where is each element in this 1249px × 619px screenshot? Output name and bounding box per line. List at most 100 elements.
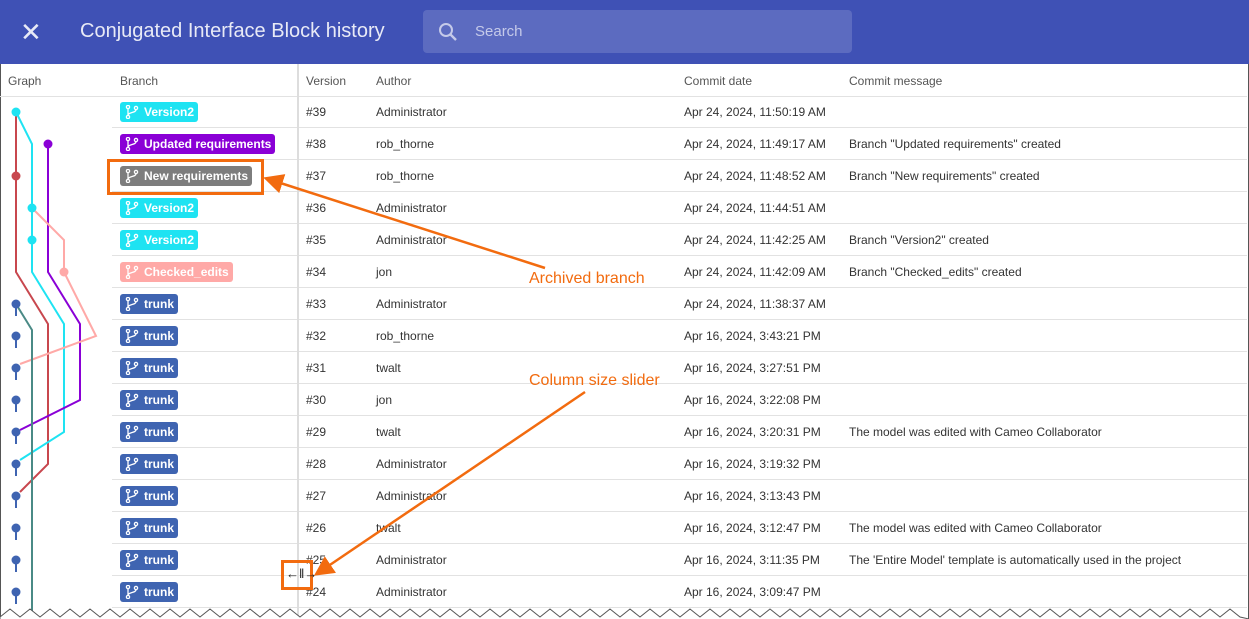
commit-dot[interactable]	[11, 491, 21, 501]
date-cell: Apr 24, 2024, 11:42:09 AM	[684, 265, 826, 279]
commit-dot[interactable]	[11, 555, 21, 565]
date-cell: Apr 16, 2024, 3:43:21 PM	[684, 329, 821, 343]
date-cell: Apr 24, 2024, 11:42:25 AM	[684, 233, 826, 247]
column-resize-cursor-icon[interactable]: ←‖→	[286, 566, 317, 581]
table-row[interactable]: Checked_edits #34 jon Apr 24, 2024, 11:4…	[112, 256, 1247, 288]
version-cell: #27	[306, 489, 327, 503]
table-row[interactable]: Updated requirements #38 rob_thorne Apr …	[112, 128, 1247, 160]
branch-name: trunk	[144, 329, 174, 343]
branch-badge[interactable]: trunk	[120, 454, 178, 474]
branch-name: trunk	[144, 393, 174, 407]
search-icon	[439, 23, 457, 41]
branch-badge[interactable]: trunk	[120, 294, 178, 314]
column-header-message[interactable]: Commit message	[849, 74, 942, 88]
branch-badge[interactable]: Version2	[120, 230, 199, 250]
author-cell: twalt	[376, 361, 401, 375]
message-cell: Branch "Checked_edits" created	[849, 265, 1022, 279]
branch-name: Updated requirements	[144, 137, 272, 151]
version-cell: #26	[306, 521, 327, 535]
branch-name: trunk	[144, 361, 174, 375]
author-cell: Administrator	[376, 457, 447, 471]
commit-graph	[11, 107, 98, 619]
branch-badge[interactable]: trunk	[120, 390, 178, 410]
search-box[interactable]	[423, 10, 852, 53]
table-row[interactable]: New requirements #37 rob_thorne Apr 24, …	[112, 160, 1247, 192]
version-cell: #28	[306, 457, 327, 471]
branch-name: trunk	[144, 297, 174, 311]
table-row[interactable]: Version2 #35 Administrator Apr 24, 2024,…	[112, 224, 1247, 256]
commit-dot[interactable]	[43, 139, 53, 149]
author-cell: Administrator	[376, 233, 447, 247]
branch-badge[interactable]: trunk	[120, 518, 178, 538]
commit-dot[interactable]	[11, 331, 21, 341]
table-row[interactable]: trunk #33 Administrator Apr 24, 2024, 11…	[112, 288, 1247, 320]
branch-badge[interactable]: trunk	[120, 326, 178, 346]
commit-dot[interactable]	[11, 299, 21, 309]
message-cell: The 'Entire Model' template is automatic…	[849, 553, 1182, 567]
date-cell: Apr 24, 2024, 11:50:19 AM	[684, 105, 826, 119]
date-cell: Apr 16, 2024, 3:11:35 PM	[684, 553, 820, 567]
branch-badge[interactable]: trunk	[120, 550, 178, 570]
version-cell: #39	[306, 105, 327, 119]
table-row[interactable]: trunk #31 twalt Apr 16, 2024, 3:27:51 PM	[112, 352, 1247, 384]
branch-name: trunk	[144, 457, 174, 471]
commit-dot[interactable]	[27, 203, 37, 213]
commit-dot[interactable]	[11, 427, 21, 437]
commit-dot[interactable]	[11, 523, 21, 533]
branch-badge[interactable]: trunk	[120, 422, 178, 442]
table-row[interactable]: Version2 #36 Administrator Apr 24, 2024,…	[112, 192, 1247, 224]
version-cell: #29	[306, 425, 327, 439]
branch-badge[interactable]: trunk	[120, 358, 178, 378]
date-cell: Apr 16, 2024, 3:20:31 PM	[684, 425, 821, 439]
message-cell: The model was edited with Cameo Collabor…	[849, 521, 1102, 535]
commit-dot[interactable]	[11, 459, 21, 469]
table-row[interactable]: trunk #32 rob_thorne Apr 16, 2024, 3:43:…	[112, 320, 1247, 352]
commit-dot[interactable]	[11, 395, 21, 405]
message-cell: Branch "Version2" created	[849, 233, 989, 247]
branch-name: Checked_edits	[144, 265, 229, 279]
commit-dot[interactable]	[59, 267, 69, 277]
author-cell: Administrator	[376, 297, 447, 311]
branch-name: trunk	[144, 521, 174, 535]
branch-badge[interactable]: Checked_edits	[120, 262, 233, 282]
branch-badge[interactable]: trunk	[120, 486, 178, 506]
table-row[interactable]: Version2 #39 Administrator Apr 24, 2024,…	[112, 96, 1247, 128]
annotation-column-slider: Column size slider	[529, 372, 660, 389]
author-cell: Administrator	[376, 489, 447, 503]
table-row[interactable]: trunk #29 twalt Apr 16, 2024, 3:20:31 PM…	[112, 416, 1247, 448]
date-cell: Apr 16, 2024, 3:22:08 PM	[684, 393, 821, 407]
author-cell: rob_thorne	[376, 169, 435, 183]
branch-name: trunk	[144, 585, 174, 599]
branch-badge[interactable]: Version2	[120, 102, 199, 122]
author-cell: jon	[376, 265, 393, 279]
dialog-title: Conjugated Interface Block history	[80, 20, 385, 42]
column-header-author[interactable]: Author	[376, 74, 411, 88]
commit-dot[interactable]	[27, 235, 37, 245]
version-cell: #33	[306, 297, 327, 311]
column-resize-handle[interactable]	[297, 64, 299, 619]
table-row[interactable]: trunk #28 Administrator Apr 16, 2024, 3:…	[112, 448, 1247, 480]
commit-dot[interactable]	[11, 171, 21, 181]
branch-badge[interactable]: trunk	[120, 582, 178, 602]
table-row[interactable]: trunk #30 jon Apr 16, 2024, 3:22:08 PM	[112, 384, 1247, 416]
branch-badge[interactable]: Updated requirements	[120, 134, 276, 154]
date-cell: Apr 24, 2024, 11:48:52 AM	[684, 169, 826, 183]
commit-dot[interactable]	[11, 587, 21, 597]
date-cell: Apr 24, 2024, 11:44:51 AM	[684, 201, 826, 215]
date-cell: Apr 16, 2024, 3:12:47 PM	[684, 521, 821, 535]
version-cell: #38	[306, 137, 327, 151]
table-row[interactable]: trunk #27 Administrator Apr 16, 2024, 3:…	[112, 480, 1247, 512]
table-row[interactable]: trunk #26 twalt Apr 16, 2024, 3:12:47 PM…	[112, 512, 1247, 544]
search-input[interactable]	[475, 10, 835, 53]
author-cell: rob_thorne	[376, 329, 435, 343]
version-cell: #35	[306, 233, 327, 247]
message-cell: Branch "New requirements" created	[849, 169, 1040, 183]
column-header-version[interactable]: Version	[306, 74, 346, 88]
archived-highlight-box	[107, 159, 264, 195]
commit-dot[interactable]	[11, 363, 21, 373]
author-cell: Administrator	[376, 105, 447, 119]
version-cell: #34	[306, 265, 327, 279]
commit-dot[interactable]	[11, 107, 21, 117]
column-header-date[interactable]: Commit date	[684, 74, 752, 88]
branch-badge[interactable]: Version2	[120, 198, 199, 218]
